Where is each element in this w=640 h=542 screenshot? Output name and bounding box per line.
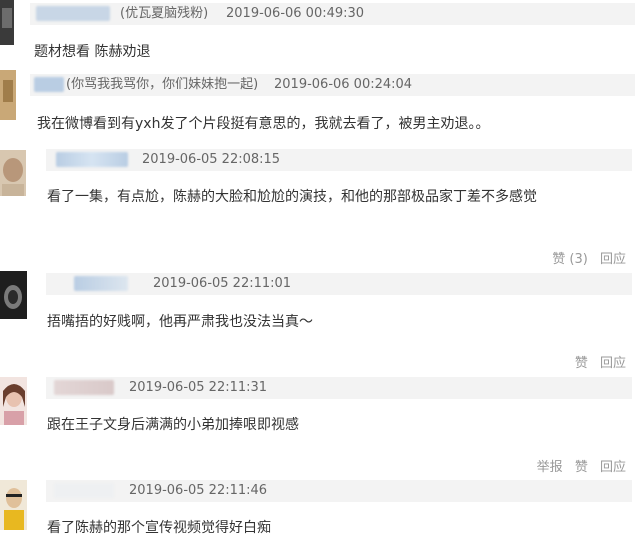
like-button[interactable]: 赞 (3): [552, 252, 588, 267]
report-button[interactable]: 举报: [537, 460, 563, 475]
comment-timestamp: 2019-06-06 00:49:30: [226, 6, 365, 21]
username-blurred[interactable]: [74, 276, 128, 291]
comment-timestamp: 2019-06-05 22:11:31: [129, 380, 268, 395]
username-suffix[interactable]: (优瓦夏脑残粉): [120, 3, 208, 25]
comment-text: 看了陈赫的那个宣传视频觉得好白痴: [47, 520, 271, 536]
avatar[interactable]: [0, 70, 16, 120]
avatar[interactable]: [0, 271, 27, 319]
comment-actions: 举报 赞 回应: [529, 456, 626, 475]
comment-text: 跟在王子文身后满满的小弟加捧哏即视感: [47, 417, 299, 433]
username-blurred[interactable]: [54, 380, 114, 395]
comment-timestamp: 2019-06-05 22:11:01: [153, 276, 292, 291]
avatar[interactable]: [0, 480, 27, 530]
username-blurred[interactable]: [36, 6, 110, 21]
like-button[interactable]: 赞: [575, 356, 588, 371]
avatar[interactable]: [0, 377, 27, 425]
comment-timestamp: 2019-06-05 22:11:46: [129, 483, 268, 498]
comment-text: 我在微博看到有yxh发了个片段挺有意思的，我就去看了，被男主劝退。。: [37, 116, 490, 132]
like-button[interactable]: 赞: [575, 460, 588, 475]
avatar[interactable]: [0, 0, 14, 45]
reply-button[interactable]: 回应: [600, 356, 626, 371]
comment-actions: 赞 (3) 回应: [544, 248, 626, 267]
username-blurred[interactable]: [56, 152, 128, 167]
avatar[interactable]: [0, 150, 26, 196]
like-label: 赞: [552, 252, 566, 267]
comment-text: 题材想看 陈赫劝退: [34, 44, 151, 60]
comment-meta-bar: 2019-06-05 22:11:46: [46, 480, 632, 502]
comment-meta-bar: 2019-06-05 22:11:31: [46, 377, 632, 399]
comment-text: 看了一集，有点尬，陈赫的大脸和尬尬的演技，和他的那部极品家丁差不多感觉: [47, 189, 537, 205]
comment-meta-bar: 2019-06-05 22:08:15: [46, 149, 632, 171]
comment-timestamp: 2019-06-05 22:08:15: [142, 152, 281, 167]
comment-actions: 赞 回应: [567, 352, 626, 371]
reply-button[interactable]: 回应: [600, 460, 626, 475]
comment-meta-bar: (优瓦夏脑残粉) 2019-06-06 00:49:30: [30, 3, 635, 25]
comment-timestamp: 2019-06-06 00:24:04: [274, 77, 413, 92]
username-suffix[interactable]: (你骂我我骂你，你们妹妹抱一起): [66, 74, 258, 96]
like-count: (3): [569, 252, 588, 267]
comment-meta-bar: (你骂我我骂你，你们妹妹抱一起) 2019-06-06 00:24:04: [30, 74, 635, 96]
comment-meta-bar: 2019-06-05 22:11:01: [46, 273, 632, 295]
comment-text: 捂嘴捂的好贱啊，他再严肃我也没法当真～: [47, 314, 313, 330]
reply-button[interactable]: 回应: [600, 252, 626, 267]
username-blurred[interactable]: [54, 483, 114, 498]
username-blurred[interactable]: [34, 77, 64, 92]
